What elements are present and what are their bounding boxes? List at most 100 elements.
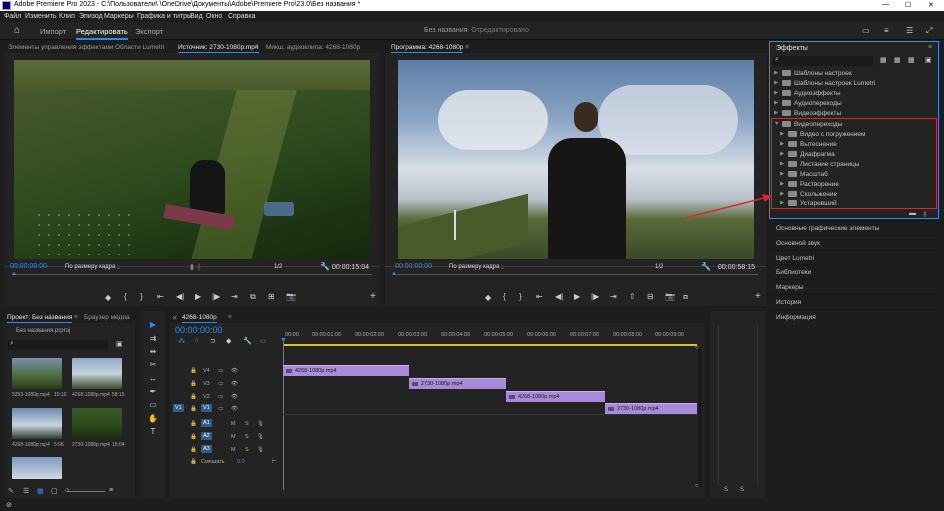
icon-view-icon[interactable]: ▦ [37,487,44,495]
solo-left-button[interactable]: S [724,487,728,493]
zoom-slider-handle[interactable]: ○ [65,487,69,494]
effects-item[interactable]: ▶ Видеоэффекты [770,109,938,118]
lock-icon[interactable]: 🔒 [190,406,197,412]
snap-icon[interactable]: ⁂ [178,337,185,345]
program-resolution-select[interactable]: 1/2 [655,264,663,270]
trash-icon[interactable]: ▮ [923,210,927,218]
time-ruler[interactable]: 00:00 00:00:01:00 00:00:02:00 00:00:03:0… [283,330,698,342]
wrench-icon[interactable]: 🔧 [320,262,330,271]
rectangle-tool-icon[interactable]: ▭ [147,400,159,410]
section-libraries[interactable]: Библиотеки [771,264,937,278]
minimize-icon[interactable]: — [882,1,889,8]
sort-icon[interactable]: ≡ [109,487,113,494]
mute-button[interactable]: M [231,447,236,453]
effects-search-input[interactable]: ⌕ [773,56,873,66]
solo-button[interactable]: S [245,447,249,453]
scroll-handle-icon[interactable]: ○ [695,345,699,351]
timeline-clip[interactable]: 4268-1080p.mp4 [283,365,409,376]
lock-icon[interactable]: 🔒 [190,434,197,440]
lock-icon[interactable]: 🔒 [190,447,197,453]
microphone-icon[interactable]: 🎙 [257,434,264,440]
section-markers[interactable]: Маркеры [771,279,937,293]
sync-lock-icon[interactable]: ▭ [218,406,223,412]
timeline-vertical-scrollbar[interactable] [698,347,702,487]
pen-tool-icon[interactable]: ✒ [147,387,159,397]
quick-export-icon[interactable]: ▭ [862,26,870,35]
tab-program[interactable]: Программа: 4268-1080p [391,44,464,53]
sync-lock-icon[interactable]: ▭ [218,368,223,374]
effects-item[interactable]: ▶ Аудиопереходы [770,99,938,108]
sync-lock-icon[interactable]: ▭ [218,381,223,387]
accelerated-effects-icon[interactable]: ▦ [880,56,887,64]
effects-subitem[interactable]: ▶ Листание страницы [770,160,938,169]
comparison-view-icon[interactable]: ⧈ [683,292,688,302]
go-to-in-icon[interactable]: ⇤ [157,292,164,301]
menu-sequence[interactable]: Эпизод [79,13,103,20]
tab-audio-clip-mixer[interactable]: Микш. аудиоклипа: 4268-1080p [266,44,360,51]
solo-right-button[interactable]: S [740,487,744,493]
go-to-end-icon[interactable]: ⊢ [272,459,277,465]
lock-icon[interactable]: 🔒 [190,368,197,374]
lock-icon[interactable]: 🔒 [190,381,197,387]
lock-icon[interactable]: 🔒 [190,459,197,465]
wrench-icon[interactable]: 🔧 [243,337,252,345]
fullscreen-icon[interactable]: ⤢ [926,26,932,36]
source-timecode[interactable]: 00:00:00:00 [10,263,47,270]
chevron-down-icon[interactable]: ⌄ [500,264,505,271]
project-menu-icon[interactable]: ≡ [74,314,78,321]
section-history[interactable]: История [771,294,937,308]
effects-item[interactable]: ▶ Шаблоны настроек [770,69,938,78]
tab-lumetri-scopes[interactable]: Области Lumetri [115,44,164,51]
eye-icon[interactable]: 👁 [231,406,238,412]
microphone-icon[interactable]: 🎙 [257,421,264,427]
clip-thumbnail[interactable] [12,358,62,389]
program-timecode[interactable]: 00:00:00:00 [395,263,432,270]
maximize-icon[interactable]: ☐ [905,1,911,9]
go-to-out-icon[interactable]: ⇥ [610,292,617,301]
mark-in-icon[interactable]: { [503,292,506,301]
add-marker-icon[interactable]: ◆ [485,293,491,302]
tab-sequence[interactable]: 4268-1080p [182,314,217,323]
captions-icon[interactable]: ▭ [260,337,267,345]
solo-button[interactable]: S [245,421,249,427]
timeline-clip[interactable]: 4268-1080p.mp4 [506,391,605,402]
menu-file[interactable]: Файл [4,13,21,20]
eye-icon[interactable]: 👁 [231,381,238,387]
mark-in-icon[interactable]: { [124,292,127,301]
play-icon[interactable]: ▶ [574,292,580,301]
sync-lock-icon[interactable]: ▭ [218,394,223,400]
add-button-icon[interactable]: + [370,291,376,302]
menu-window[interactable]: Окно [206,13,222,20]
effects-subitem[interactable]: ▶ Вытеснение [770,140,938,149]
effects-subitem[interactable]: ▶ Растворение [770,180,938,189]
step-back-icon[interactable]: ◀| [555,292,563,301]
step-forward-icon[interactable]: |▶ [591,292,599,301]
selection-tool-icon[interactable]: ▶ [147,320,159,330]
mute-button[interactable]: M [231,434,236,440]
section-info[interactable]: Информация [771,309,937,323]
new-bin-icon[interactable]: ▬ [909,210,916,217]
effects-menu-icon[interactable]: ≡ [928,44,932,51]
tab-project[interactable]: Проект: Без названия [7,314,73,323]
clip-thumbnail[interactable] [12,457,62,479]
section-lumetri-color[interactable]: Цвет Lumetri [771,250,937,264]
type-tool-icon[interactable]: T [147,427,159,437]
playhead[interactable] [283,340,284,490]
clip-thumbnail[interactable] [12,408,62,439]
eye-icon[interactable]: 👁 [231,394,238,400]
workspaces-icon[interactable]: ≡ [884,26,889,35]
tab-media-browser[interactable]: Браузер медиа [84,314,130,321]
mark-out-icon[interactable]: } [140,292,143,301]
effects-subitem[interactable]: ▶ Скольжение [770,190,938,199]
add-button-icon[interactable]: + [755,291,761,302]
mark-out-icon[interactable]: } [519,292,522,301]
menu-view[interactable]: Вид [190,13,203,20]
menu-edit[interactable]: Изменить [25,13,57,20]
tab-source[interactable]: Источник: 2730-1080p.mp4 [178,44,259,53]
menu-markers[interactable]: Маркеры [104,13,134,20]
timeline-clip[interactable]: 2730-1080p.mp4 [409,378,506,389]
effects-item[interactable]: ▶ Шаблоны настроек Lumetri [770,79,938,88]
chevron-down-icon[interactable]: ⌄ [116,264,121,271]
step-back-icon[interactable]: ◀| [176,292,184,301]
mute-button[interactable]: M [231,421,236,427]
